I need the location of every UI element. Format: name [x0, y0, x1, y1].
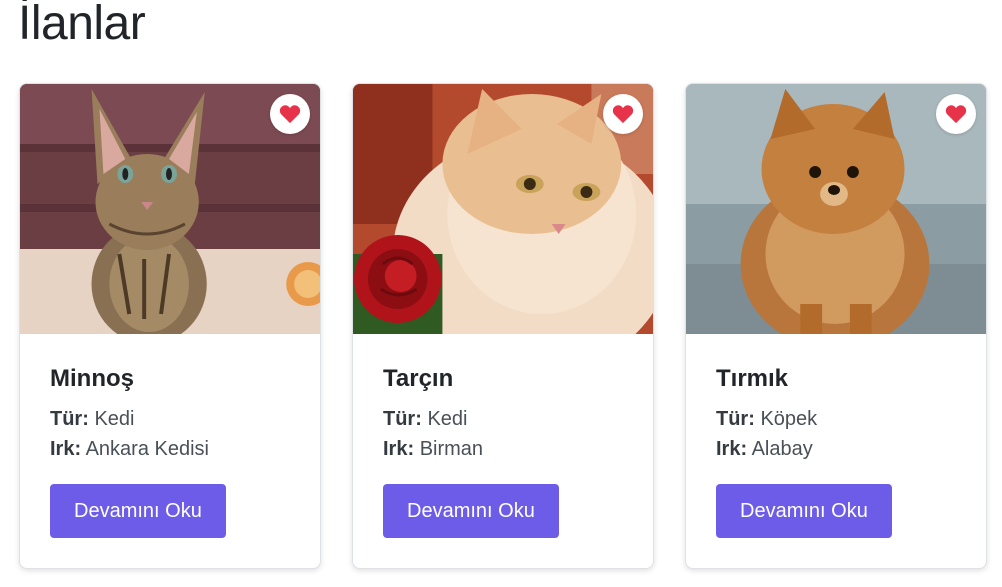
- pet-breed-line: Irk: Alabay: [716, 434, 956, 464]
- breed-label: Irk:: [50, 438, 82, 460]
- listing-card: Minnoş Tür: Kedi Irk: Ankara Kedisi Deva…: [19, 83, 321, 569]
- favorite-button[interactable]: [936, 94, 976, 134]
- pet-type: Köpek: [760, 408, 818, 430]
- read-more-button[interactable]: Devamını Oku: [716, 484, 892, 538]
- pet-type: Kedi: [94, 408, 135, 430]
- pet-name: Minnoş: [50, 365, 134, 392]
- type-label: Tür:: [50, 408, 89, 430]
- breed-label: Irk:: [716, 438, 748, 460]
- tabby-kitten-photo: [20, 84, 320, 334]
- pet-breed: Birman: [419, 438, 484, 460]
- favorite-button[interactable]: [603, 94, 643, 134]
- pet-type-line: Tür: Köpek: [716, 404, 956, 434]
- breed-label: Irk:: [383, 438, 415, 460]
- listing-card: Tarçın Tür: Kedi Irk: Birman Devamını Ok…: [352, 83, 654, 569]
- page-title: İlanlar: [18, 0, 146, 50]
- pet-name: Tırmık: [716, 365, 789, 392]
- pet-breed: Ankara Kedisi: [85, 438, 209, 460]
- pet-type: Kedi: [427, 408, 468, 430]
- card-body: Tarçın Tür: Kedi Irk: Birman Devamını Ok…: [353, 334, 653, 538]
- heart-icon: [279, 105, 301, 124]
- pet-breed-line: Irk: Birman: [383, 434, 623, 464]
- card-body: Minnoş Tür: Kedi Irk: Ankara Kedisi Deva…: [20, 334, 320, 538]
- pomeranian-dog-photo: [686, 84, 986, 334]
- pet-type-line: Tür: Kedi: [50, 404, 290, 434]
- heart-icon: [945, 105, 967, 124]
- type-label: Tür:: [383, 408, 422, 430]
- listing-card: Tırmık Tür: Köpek Irk: Alabay Devamını O…: [685, 83, 987, 569]
- pet-breed: Alabay: [751, 438, 813, 460]
- pet-type-line: Tür: Kedi: [383, 404, 623, 434]
- pet-breed-line: Irk: Ankara Kedisi: [50, 434, 290, 464]
- type-label: Tür:: [716, 408, 755, 430]
- read-more-button[interactable]: Devamını Oku: [383, 484, 559, 538]
- card-body: Tırmık Tür: Köpek Irk: Alabay Devamını O…: [686, 334, 986, 538]
- read-more-button[interactable]: Devamını Oku: [50, 484, 226, 538]
- heart-icon: [612, 105, 634, 124]
- favorite-button[interactable]: [270, 94, 310, 134]
- pet-name: Tarçın: [383, 365, 454, 392]
- listing-cards: Minnoş Tür: Kedi Irk: Ankara Kedisi Deva…: [19, 83, 987, 569]
- fluffy-cat-with-rose-photo: [353, 84, 653, 334]
